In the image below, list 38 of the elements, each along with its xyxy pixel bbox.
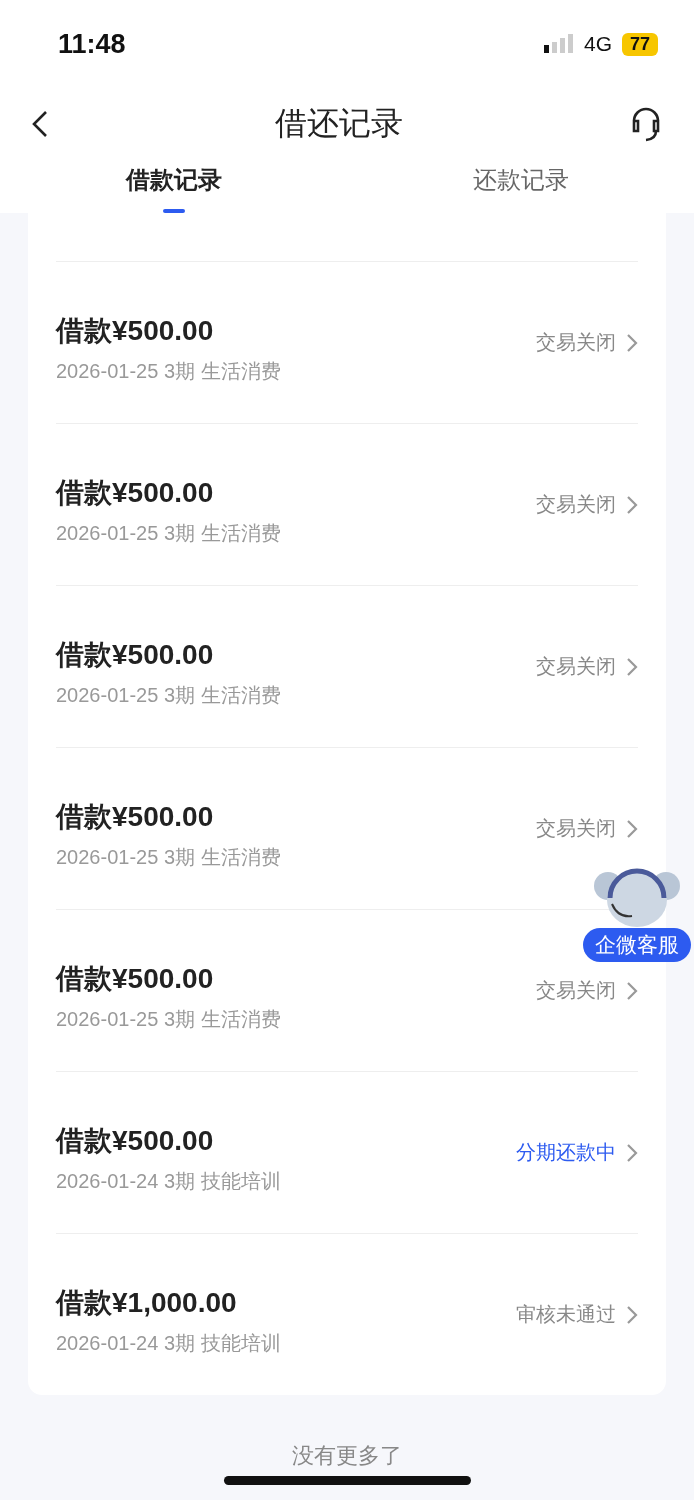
loan-amount: 借款¥1,000.00: [56, 1286, 238, 1320]
signal-icon: [543, 33, 574, 55]
loan-details: 2026-01-25 3期 生活消费: [56, 845, 281, 870]
loan-amount: 借款¥500.00: [56, 638, 215, 672]
loan-details: 2026-01-25 3期 生活消费: [56, 521, 281, 546]
loan-status[interactable]: 交易关闭: [536, 491, 616, 518]
loan-status[interactable]: 交易关闭: [536, 977, 616, 1004]
back-icon[interactable]: [30, 109, 50, 139]
status-time: 11:48: [58, 28, 126, 60]
loan-amount: 借款¥500.00: [56, 962, 215, 996]
chevron-right-icon: [626, 1142, 638, 1163]
chevron-right-icon: [626, 656, 638, 677]
loan-status[interactable]: 交易关闭: [536, 815, 616, 842]
loan-details: 2026-01-24 3期 技能培训: [56, 1331, 281, 1356]
battery-level: 77: [621, 32, 658, 56]
loan-details: 2026-01-24 3期 技能培训: [56, 1169, 281, 1194]
chevron-right-icon: [626, 818, 638, 839]
loan-details: 2026-01-25 3期 生活消费: [56, 359, 281, 384]
loan-amount: 借款¥500.00: [56, 314, 215, 348]
chevron-right-icon: [626, 980, 638, 1001]
tab[interactable]: 还款记录: [347, 160, 694, 213]
loan-amount: 借款¥500.00: [56, 1124, 215, 1158]
chevron-right-icon: [626, 332, 638, 353]
tab[interactable]: 借款记录: [0, 160, 347, 213]
loan-details: 2026-01-25 3期 生活消费: [56, 1007, 281, 1032]
loan-status[interactable]: 审核未通过: [516, 1301, 616, 1328]
end-of-list-text: 没有更多了: [292, 1443, 402, 1468]
loan-status[interactable]: 交易关闭: [536, 653, 616, 680]
loan-amount: 借款¥500.00: [56, 476, 215, 510]
service-button[interactable]: 企微客服: [583, 928, 691, 962]
page-title: 借还记录: [275, 104, 403, 143]
loan-status[interactable]: 分期还款中: [516, 1139, 616, 1166]
chevron-right-icon: [626, 1304, 638, 1325]
loan-status[interactable]: 交易关闭: [536, 329, 616, 356]
loan-amount: 借款¥500.00: [56, 800, 215, 834]
network-label: 4G: [583, 32, 612, 56]
chevron-right-icon: [626, 494, 638, 515]
loan-details: 2026-01-25 3期 生活消费: [56, 683, 281, 708]
